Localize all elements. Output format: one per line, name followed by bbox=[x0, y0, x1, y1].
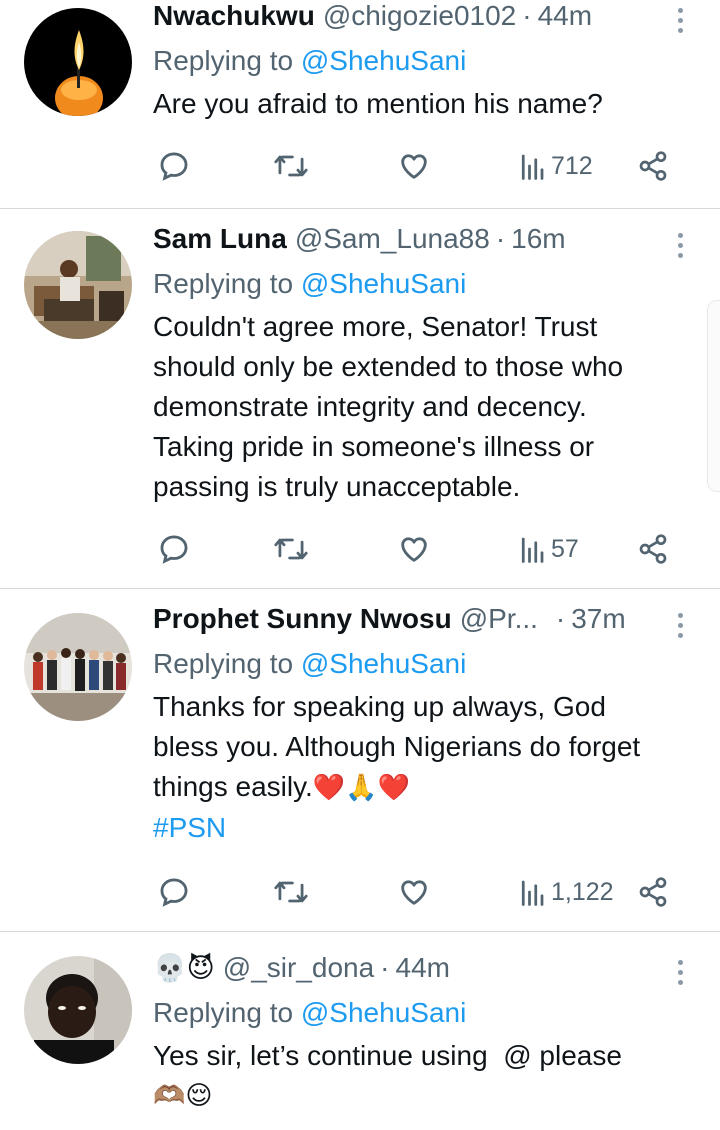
retweet-button[interactable] bbox=[273, 872, 309, 912]
views-count: 1,122 bbox=[551, 877, 614, 906]
text-line: Thanks for speaking up always, God bbox=[153, 691, 606, 722]
reply-icon bbox=[160, 152, 188, 181]
views-button[interactable]: 1,122 bbox=[519, 872, 614, 912]
text-line: should only be extended to those who bbox=[153, 351, 624, 382]
text-line: things easily. bbox=[153, 771, 313, 802]
more-icon[interactable] bbox=[676, 960, 684, 986]
mention-link[interactable]: @ShehuSani bbox=[301, 268, 466, 299]
display-name[interactable]: 💀😈 bbox=[153, 952, 215, 984]
views-button[interactable]: 57 bbox=[519, 529, 579, 569]
reply-text: Are you afraid to mention his name? bbox=[153, 88, 603, 119]
like-icon bbox=[401, 537, 427, 562]
avatar[interactable] bbox=[24, 231, 132, 339]
share-button[interactable] bbox=[637, 529, 669, 569]
action-bar: 712 bbox=[153, 146, 683, 186]
timestamp[interactable]: 44m bbox=[538, 0, 592, 32]
mention-link[interactable]: @ShehuSani bbox=[301, 648, 466, 679]
replying-to: Replying to @ShehuSani bbox=[153, 263, 702, 305]
more-icon[interactable] bbox=[676, 233, 684, 259]
timestamp[interactable]: 44m bbox=[396, 952, 450, 984]
emoji-trail: ❤️🙏❤️ bbox=[312, 773, 410, 803]
reply-text: Thanks for speaking up always, God bless… bbox=[153, 687, 702, 848]
replying-to: Replying to @ShehuSani bbox=[153, 643, 702, 685]
separator-dot: · bbox=[495, 223, 506, 254]
share-button[interactable] bbox=[637, 872, 669, 912]
mention-link[interactable]: @ShehuSani bbox=[301, 997, 466, 1028]
display-name[interactable]: Nwachukwu bbox=[153, 0, 315, 32]
text-line: demonstrate integrity and decency. bbox=[153, 391, 587, 422]
display-name[interactable]: Prophet Sunny Nwosu bbox=[153, 603, 452, 635]
retweet-button[interactable] bbox=[273, 529, 309, 569]
views-count: 712 bbox=[551, 151, 593, 180]
hashtag-link[interactable]: #PSN bbox=[153, 808, 702, 848]
reply-icon bbox=[160, 535, 188, 564]
retweet-icon bbox=[274, 881, 308, 903]
user-handle[interactable]: @Sam_Luna88 bbox=[295, 223, 490, 255]
text-line: passing is truly unacceptable. bbox=[153, 471, 521, 502]
share-button[interactable] bbox=[637, 146, 669, 186]
user-handle[interactable]: @Pr... bbox=[460, 603, 538, 635]
emoji-line: 🫶🏽😌 bbox=[153, 1081, 213, 1111]
text-line: Yes sir, let’s continue using @ please bbox=[153, 1040, 622, 1071]
reply-item[interactable]: Nwachukwu @chigozie0102 · 44m Replying t… bbox=[0, 0, 720, 209]
candle-avatar-icon bbox=[24, 8, 132, 116]
like-icon bbox=[401, 880, 427, 905]
reply-item[interactable]: Prophet Sunny Nwosu @Pr... · 37m Replyin… bbox=[0, 589, 720, 932]
user-handle[interactable]: @_sir_dona bbox=[223, 952, 374, 984]
retweet-icon bbox=[274, 155, 308, 177]
replying-prefix: Replying to bbox=[153, 997, 294, 1028]
views-icon bbox=[521, 880, 544, 906]
share-icon bbox=[639, 151, 667, 181]
reply-icon bbox=[160, 878, 188, 907]
views-button[interactable]: 712 bbox=[519, 146, 593, 186]
share-icon bbox=[639, 877, 667, 907]
reply-button[interactable] bbox=[157, 872, 191, 912]
action-bar: 57 bbox=[153, 529, 683, 569]
text-line-with-emoji: things easily.❤️🙏❤️ bbox=[153, 767, 702, 808]
avatar[interactable] bbox=[24, 956, 132, 1064]
retweet-button[interactable] bbox=[273, 146, 309, 186]
more-icon[interactable] bbox=[676, 613, 684, 639]
avatar[interactable] bbox=[24, 613, 132, 721]
reply-button[interactable] bbox=[157, 529, 191, 569]
views-icon bbox=[521, 154, 544, 180]
room-photo-avatar-icon bbox=[24, 231, 132, 339]
views-icon bbox=[521, 537, 544, 563]
like-button[interactable] bbox=[397, 146, 431, 186]
like-button[interactable] bbox=[397, 872, 431, 912]
separator-dot: · bbox=[522, 0, 532, 31]
text-line: bless you. Although Nigerians do forget bbox=[153, 731, 641, 762]
replying-prefix: Replying to bbox=[153, 268, 294, 299]
text-line: Couldn't agree more, Senator! Trust bbox=[153, 311, 598, 342]
like-icon bbox=[401, 154, 427, 179]
separator-dot: · bbox=[555, 603, 566, 634]
mention-link[interactable]: @ShehuSani bbox=[301, 45, 466, 76]
timestamp[interactable]: 16m bbox=[511, 223, 565, 255]
replying-prefix: Replying to bbox=[153, 648, 294, 679]
more-icon[interactable] bbox=[676, 8, 684, 34]
views-count: 57 bbox=[551, 534, 579, 563]
share-icon bbox=[639, 534, 667, 564]
scrollbar-handle[interactable] bbox=[707, 300, 720, 492]
separator-dot: · bbox=[380, 952, 390, 983]
replying-to: Replying to @ShehuSani bbox=[153, 992, 702, 1034]
timestamp[interactable]: 37m bbox=[571, 603, 625, 635]
reply-text: Yes sir, let’s continue using @ please 🫶… bbox=[153, 1036, 702, 1116]
avatar[interactable] bbox=[24, 8, 132, 116]
reply-item[interactable]: Sam Luna @Sam_Luna88 · 16m Replying to @… bbox=[0, 209, 720, 589]
like-button[interactable] bbox=[397, 529, 431, 569]
reply-button[interactable] bbox=[157, 146, 191, 186]
group-photo-avatar-icon bbox=[24, 613, 132, 721]
display-name[interactable]: Sam Luna bbox=[153, 223, 287, 255]
retweet-icon bbox=[274, 538, 308, 560]
reply-item[interactable]: 💀😈 @_sir_dona · 44m Replying to @ShehuSa… bbox=[0, 932, 720, 1130]
action-bar: 1,122 bbox=[153, 872, 683, 912]
person-photo-avatar-icon bbox=[24, 956, 132, 1064]
user-handle[interactable]: @chigozie0102 bbox=[323, 0, 516, 32]
replying-prefix: Replying to bbox=[153, 45, 294, 76]
text-line: Taking pride in someone's illness or bbox=[153, 431, 595, 462]
replying-to: Replying to @ShehuSani bbox=[153, 40, 702, 82]
reply-text: Couldn't agree more, Senator! Trust shou… bbox=[153, 307, 702, 507]
